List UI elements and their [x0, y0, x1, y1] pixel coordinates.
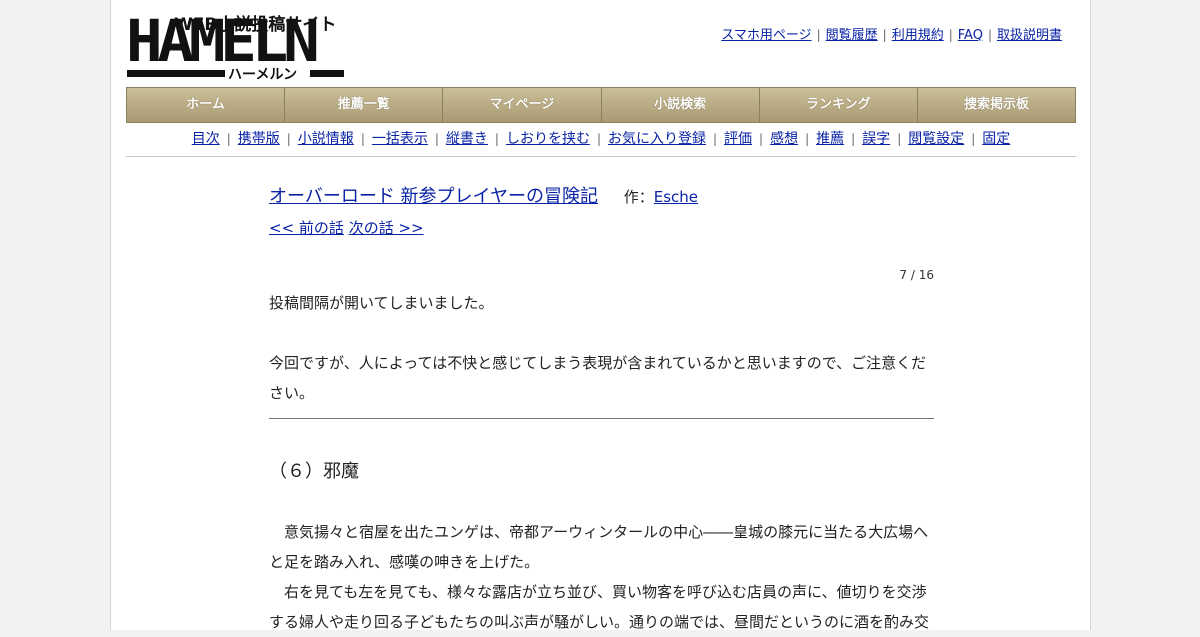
separator: |	[226, 132, 231, 146]
novel-sub-nav: 目次 | 携帯版 | 小説情報 | 一括表示 | 縦書き | しおりを挟む | お気に入り登録 | 評価 | 感…	[126, 128, 1076, 148]
separator: |	[987, 28, 992, 42]
subnav-vertical[interactable]: 縦書き	[446, 131, 488, 147]
separator: |	[897, 132, 902, 146]
subnav-pin[interactable]: 固定	[982, 131, 1010, 147]
novel-content: オーバーロード 新参プレイヤーの冒険記 作：Esche << 前の話 次の話 >…	[269, 180, 934, 637]
novel-header: オーバーロード 新参プレイヤーの冒険記 作：Esche	[269, 180, 934, 214]
chapter-body: 意気揚々と宿屋を出たユンゲは、帝都アーウィンタールの中心――皇城の膝元に当たる大…	[269, 517, 934, 637]
separator: |	[805, 132, 810, 146]
separator: |	[759, 132, 764, 146]
logo-bar-right	[310, 70, 344, 77]
separator: |	[360, 132, 365, 146]
logo-wordmark: HAMELN	[126, 7, 320, 75]
separator: |	[713, 132, 718, 146]
separator: |	[596, 132, 601, 146]
preface-line: 今回ですが、人によっては不快と感じてしまう表現が含まれているかと思いますので、ご…	[269, 354, 927, 402]
hameln-logo[interactable]: WEB小説投稿サイト HAMELN ハーメルン	[126, 7, 346, 83]
link-manual[interactable]: 取扱説明書	[997, 28, 1062, 43]
link-smartphone-page[interactable]: スマホ用ページ	[721, 28, 811, 43]
separator: |	[971, 132, 976, 146]
preface-divider	[269, 418, 934, 419]
separator: |	[816, 28, 821, 42]
subnav-favorite[interactable]: お気に入り登録	[608, 131, 706, 147]
subnav-mobile[interactable]: 携帯版	[238, 131, 280, 147]
subnav-toc[interactable]: 目次	[192, 131, 220, 147]
subnav-typo[interactable]: 誤字	[862, 131, 890, 147]
separator: |	[286, 132, 291, 146]
preface-line: 投稿間隔が開いてしまいました。	[269, 294, 494, 312]
subnav-show-all[interactable]: 一括表示	[372, 131, 428, 147]
link-terms[interactable]: 利用規約	[892, 28, 944, 43]
separator: |	[948, 28, 953, 42]
page-count: 7 / 16	[899, 268, 934, 282]
separator: |	[434, 132, 439, 146]
subnav-bookmark[interactable]: しおりを挟む	[506, 131, 590, 147]
nav-search-board[interactable]: 捜索掲示板	[918, 88, 1075, 122]
chapter-title: （６）邪魔	[269, 461, 359, 482]
subnav-recommend[interactable]: 推薦	[816, 131, 844, 147]
subnav-rating[interactable]: 評価	[724, 131, 752, 147]
preface-blank-line	[269, 318, 934, 348]
nav-novel-search[interactable]: 小説検索	[602, 88, 760, 122]
novel-title-link[interactable]: オーバーロード 新参プレイヤーの冒険記	[269, 186, 598, 207]
author-prefix: 作：	[623, 188, 654, 206]
preface: 投稿間隔が開いてしまいました。 今回ですが、人によっては不快と感じてしまう表現が…	[269, 288, 934, 408]
link-faq[interactable]: FAQ	[958, 28, 983, 43]
page-container: WEB小説投稿サイト HAMELN ハーメルン スマホ用ページ | 閲覧履歴 | 利用規…	[110, 0, 1091, 631]
body-paragraph: 意気揚々と宿屋を出たユンゲは、帝都アーウィンタールの中心――皇城の膝元に当たる大…	[269, 523, 929, 571]
separator: |	[851, 132, 856, 146]
separator: |	[882, 28, 887, 42]
sub-nav-divider	[126, 156, 1076, 157]
next-episode-link[interactable]: 次の話 >>	[349, 219, 424, 237]
main-nav: ホーム 推薦一覧 マイページ 小説検索 ランキング 捜索掲示板	[126, 87, 1076, 123]
subnav-view-settings[interactable]: 閲覧設定	[908, 131, 964, 147]
nav-ranking[interactable]: ランキング	[760, 88, 918, 122]
author-link[interactable]: Esche	[654, 188, 698, 206]
episode-pager: << 前の話 次の話 >>	[269, 214, 934, 242]
logo-bar-left	[127, 70, 225, 77]
subnav-novel-info[interactable]: 小説情報	[298, 131, 354, 147]
nav-mypage[interactable]: マイページ	[443, 88, 602, 122]
logo-kana: ハーメルン	[228, 67, 298, 83]
nav-recommendations[interactable]: 推薦一覧	[285, 88, 444, 122]
nav-home[interactable]: ホーム	[127, 88, 286, 122]
subnav-comments[interactable]: 感想	[770, 131, 798, 147]
body-paragraph: 右を見ても左を見ても、様々な露店が立ち並び、買い物客を呼び込む店員の声に、値切り…	[269, 583, 930, 631]
utility-links: スマホ用ページ | 閲覧履歴 | 利用規約 | FAQ | 取扱説明書	[721, 24, 1062, 43]
author-info: 作：Esche	[624, 188, 698, 206]
link-history[interactable]: 閲覧履歴	[826, 28, 878, 43]
prev-episode-link[interactable]: << 前の話	[269, 219, 344, 237]
separator: |	[494, 132, 499, 146]
